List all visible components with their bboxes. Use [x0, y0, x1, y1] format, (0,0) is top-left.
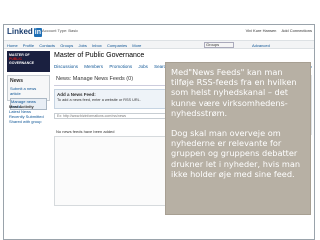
- tab-jobs[interactable]: Jobs: [138, 64, 148, 69]
- logo-text: Linked: [7, 27, 33, 36]
- nav-more[interactable]: More: [132, 43, 141, 48]
- feeds-list: [54, 136, 168, 206]
- main-nav: Home Profile Contacts Groups Jobs Inbox …: [4, 40, 314, 49]
- submit-news-link[interactable]: Submit a news article: [10, 86, 47, 96]
- panel-title: News: Manage News Feeds (0): [54, 75, 168, 86]
- group-logo-line: GOVERNANCE: [9, 61, 35, 65]
- top-right-links: Vivi Kure Hansen Add Connections: [242, 28, 312, 33]
- nav-inbox[interactable]: Inbox: [92, 43, 102, 48]
- add-feed-box: Add a News Feed: To add a news feed, ent…: [54, 89, 168, 109]
- feed-url-input[interactable]: Ex: http://www.bizinformations.com/rss/n…: [54, 113, 168, 119]
- tab-promotions[interactable]: Promotions: [109, 64, 132, 69]
- filter-shared[interactable]: Shared with group: [9, 119, 50, 124]
- add-feed-instructions: To add a news feed, enter a website or R…: [57, 98, 141, 102]
- add-connections-link[interactable]: Add Connections: [282, 28, 312, 33]
- nav-profile[interactable]: Profile: [23, 43, 34, 48]
- callout-paragraph: Med"News Feeds" kan man tilføje RSS-feed…: [171, 67, 297, 118]
- linkedin-topbar: Linked in Account Type: Basic Vivi Kure H…: [4, 25, 314, 40]
- manage-feeds-panel: News: Manage News Feeds (0) Add a News F…: [54, 75, 168, 239]
- nav-items: Home Profile Contacts Groups Jobs Inbox …: [7, 43, 145, 48]
- nav-jobs[interactable]: Jobs: [78, 43, 86, 48]
- news-filters: Most Activity Latest News Recently Submi…: [7, 104, 50, 124]
- callout-paragraph: Dog skal man overveje om nyhederne er re…: [171, 128, 301, 179]
- nav-contacts[interactable]: Contacts: [39, 43, 55, 48]
- user-name-link[interactable]: Vivi Kure Hansen: [246, 28, 277, 33]
- logo-badge: in: [33, 28, 43, 37]
- search-scope-select[interactable]: Groups: [204, 42, 234, 48]
- news-heading: News: [10, 78, 24, 84]
- nav-companies[interactable]: Companies: [107, 43, 127, 48]
- advanced-search-link[interactable]: Advanced: [252, 43, 270, 48]
- feeds-status: No news feeds have been added: [56, 129, 115, 134]
- annotation-callout: Med"News Feeds" kan man tilføje RSS-feed…: [165, 62, 311, 215]
- account-type: Account Type: Basic: [42, 28, 79, 33]
- tab-members[interactable]: Members: [84, 64, 103, 69]
- news-menu: News Submit a news article Manage news f…: [7, 75, 50, 110]
- group-title[interactable]: Master of Public Governance: [54, 52, 144, 59]
- left-sidebar: News Submit a news article Manage news f…: [7, 75, 50, 124]
- nav-groups[interactable]: Groups: [60, 43, 73, 48]
- group-logo[interactable]: MASTER OF PUBLIC GOVERNANCE: [7, 51, 50, 72]
- nav-home[interactable]: Home: [7, 43, 18, 48]
- linkedin-logo[interactable]: Linked in: [7, 27, 43, 37]
- add-feed-heading: Add a News Feed:: [57, 92, 96, 97]
- tab-discussions[interactable]: Discussions: [54, 64, 78, 69]
